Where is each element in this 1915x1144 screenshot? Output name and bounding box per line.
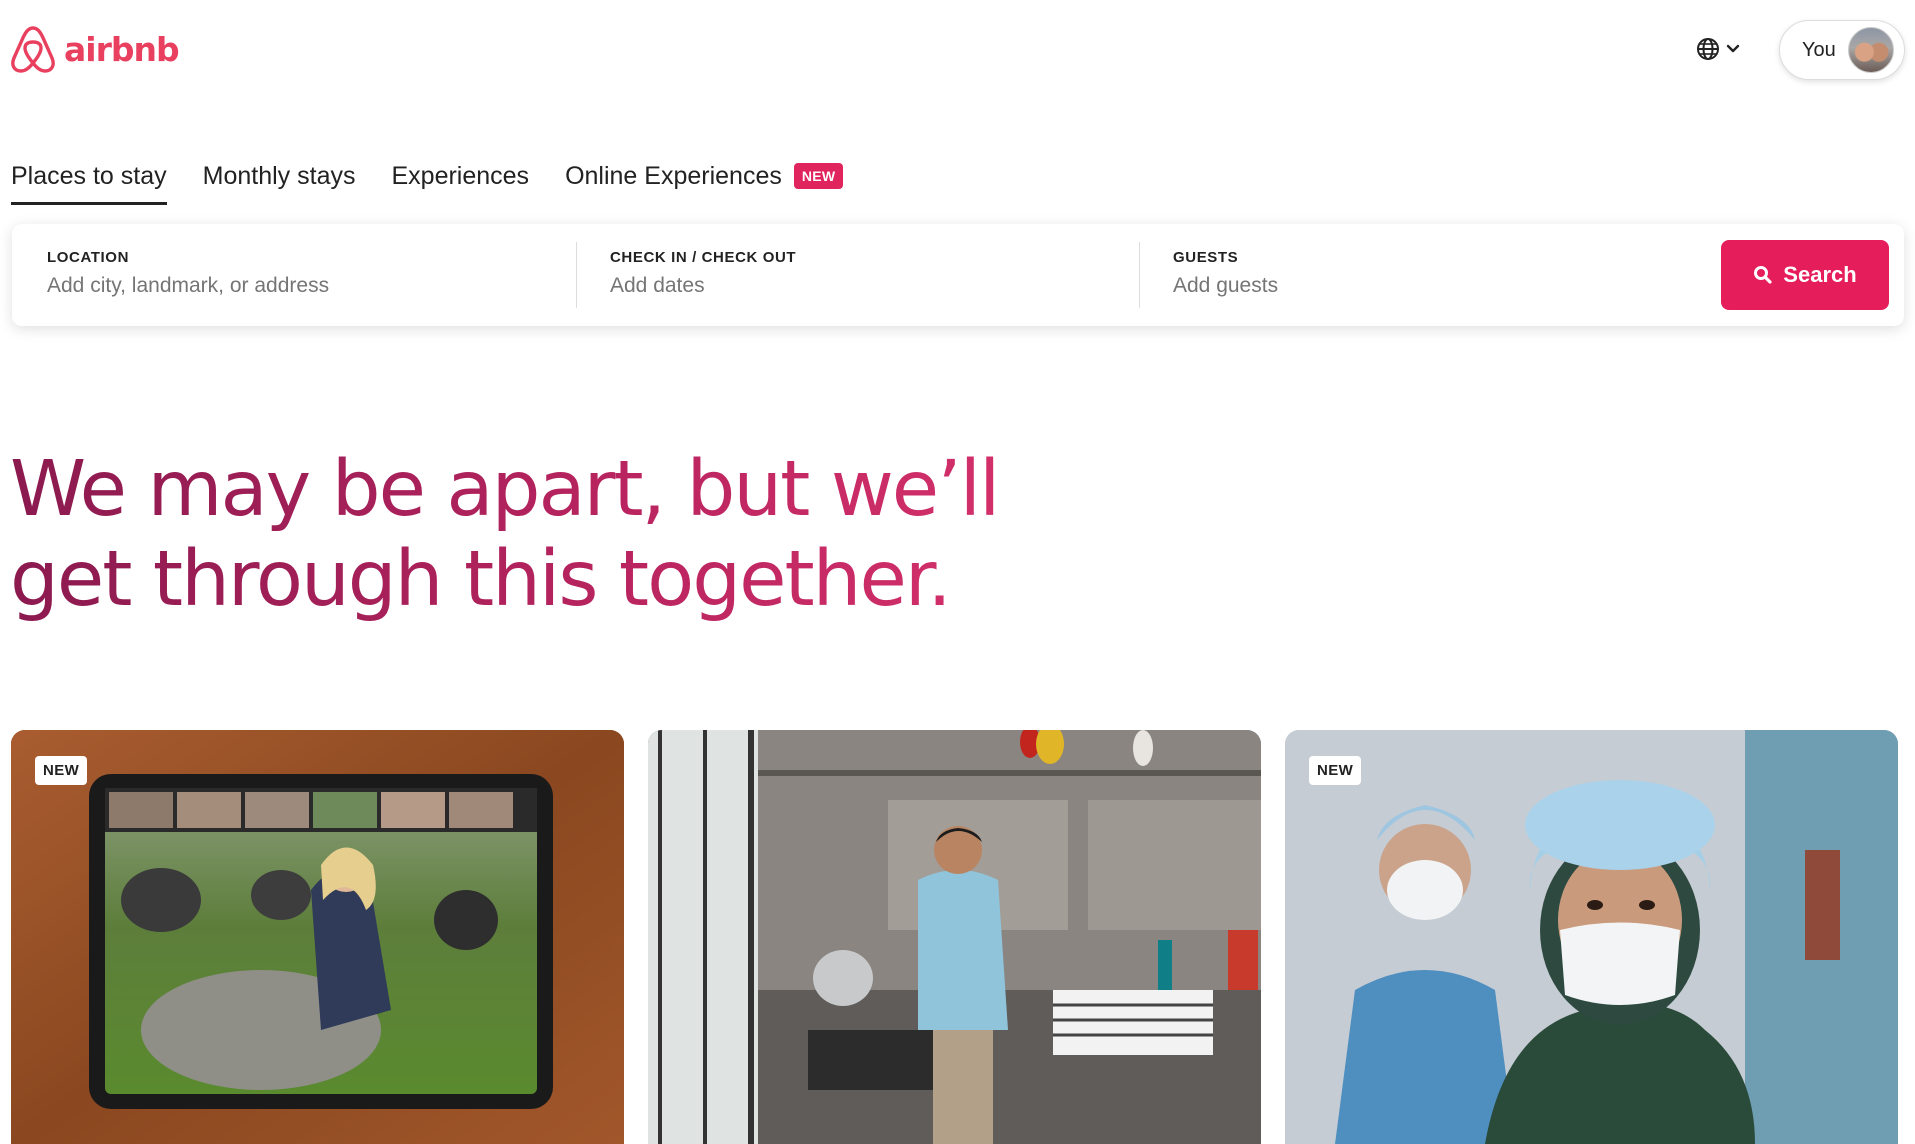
- location-field[interactable]: LOCATION: [47, 224, 527, 326]
- brand-name: airbnb: [64, 29, 180, 69]
- kitchen-image: [648, 730, 1261, 1144]
- tab-places-to-stay[interactable]: Places to stay: [11, 156, 167, 205]
- healthcare-workers-image: [1285, 730, 1898, 1144]
- search-button[interactable]: Search: [1721, 240, 1889, 310]
- tablet-video-call-image: [11, 730, 624, 1144]
- field-divider: [1139, 242, 1140, 308]
- new-badge: NEW: [1309, 756, 1362, 785]
- dates-label: CHECK IN / CHECK OUT: [610, 249, 797, 266]
- user-label: You: [1802, 38, 1836, 61]
- hero-line-2: get through this together.: [10, 535, 1010, 625]
- dates-field[interactable]: CHECK IN / CHECK OUT: [610, 224, 1090, 326]
- tab-experiences[interactable]: Experiences: [391, 156, 529, 196]
- globe-icon: [1697, 38, 1719, 60]
- search-icon: [1754, 266, 1772, 284]
- guests-input[interactable]: [1173, 274, 1593, 298]
- category-tabs: Places to stay Monthly stays Experiences…: [11, 156, 879, 205]
- stay-at-home-card[interactable]: [648, 730, 1261, 1144]
- guests-field[interactable]: GUESTS: [1173, 224, 1593, 326]
- avatar: [1847, 27, 1894, 73]
- airbnb-logo[interactable]: airbnb: [10, 24, 180, 74]
- frontline-stays-card[interactable]: NEW: [1285, 730, 1898, 1144]
- guests-label: GUESTS: [1173, 249, 1239, 266]
- new-badge: NEW: [793, 163, 844, 189]
- tab-label: Monthly stays: [202, 161, 356, 190]
- tab-online-experiences[interactable]: Online Experiences NEW: [565, 156, 844, 196]
- user-menu-button[interactable]: You: [1779, 20, 1905, 80]
- location-label: LOCATION: [47, 249, 130, 266]
- hero-headline: We may be apart, but we’ll get through t…: [10, 445, 1010, 625]
- chevron-down-icon: [1726, 44, 1740, 53]
- dates-input[interactable]: [610, 274, 1090, 298]
- tab-label: Places to stay: [11, 161, 167, 190]
- location-input[interactable]: [47, 274, 527, 298]
- tab-label: Experiences: [391, 161, 530, 190]
- tab-monthly-stays[interactable]: Monthly stays: [203, 156, 356, 196]
- search-button-label: Search: [1783, 262, 1857, 287]
- top-header: airbnb You: [0, 0, 1915, 100]
- airbnb-logo-icon: [11, 26, 55, 73]
- language-menu-button[interactable]: [1696, 34, 1740, 64]
- field-divider: [576, 242, 577, 308]
- search-bar: LOCATION CHECK IN / CHECK OUT GUESTS Sea…: [12, 224, 1904, 326]
- new-badge: NEW: [35, 756, 88, 785]
- online-experiences-card[interactable]: NEW: [11, 730, 624, 1144]
- tab-label: Online Experiences: [565, 161, 782, 190]
- hero-line-1: We may be apart, but we’ll: [10, 445, 1010, 535]
